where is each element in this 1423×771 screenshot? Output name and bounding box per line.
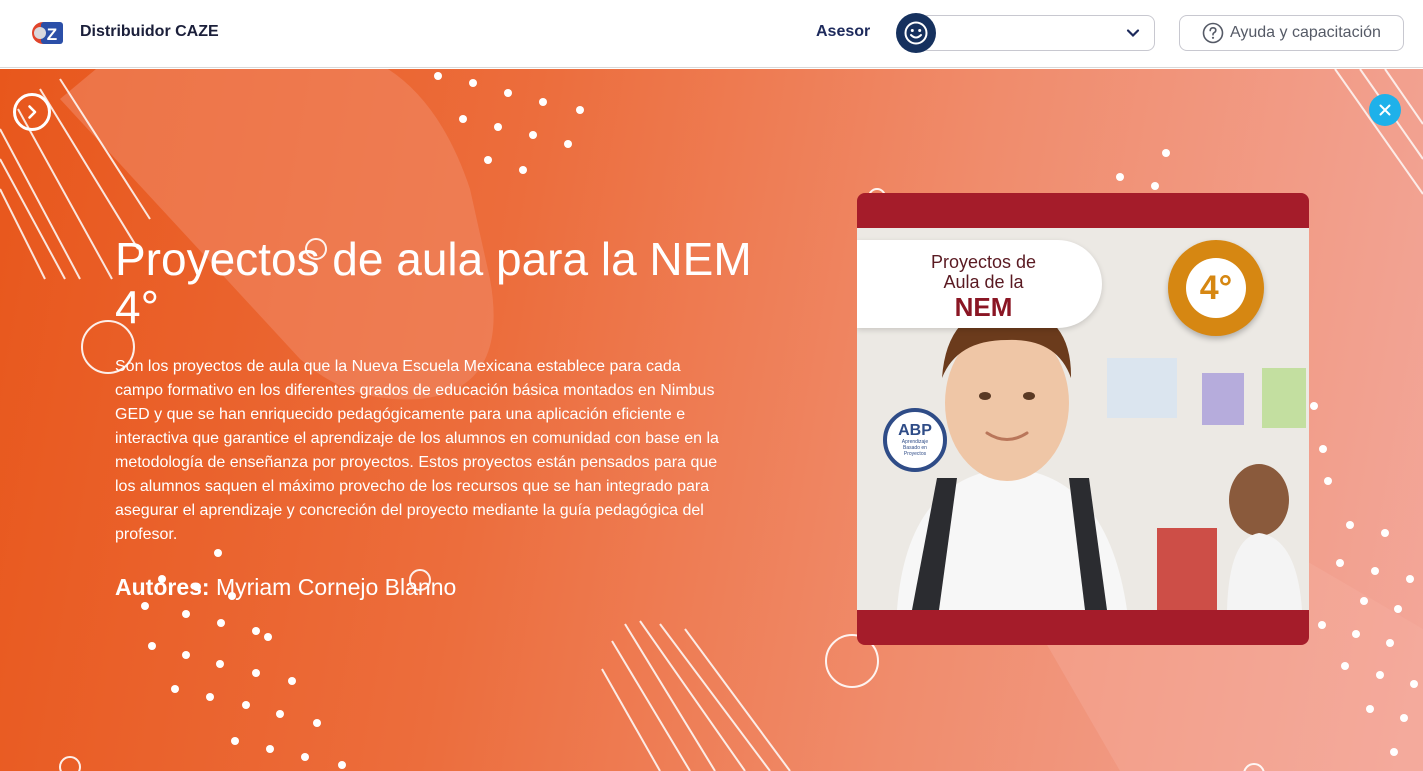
brand-name: Distribuidor CAZE xyxy=(80,23,219,40)
cover-title-line3: NEM xyxy=(954,292,1013,322)
authors: Autores: Myriam Cornejo Blanno xyxy=(115,574,456,601)
cover-photo: Proyectos de Aula de la NEM 4° ABP Apren… xyxy=(857,228,1309,610)
cover-title-line1: Proyectos de xyxy=(930,252,1037,272)
help-training-label: Ayuda y capacitación xyxy=(1230,24,1381,41)
help-training-button[interactable]: Ayuda y capacitación xyxy=(1179,15,1404,51)
abp-badge: ABP Aprendizaje Basado en Proyectos xyxy=(883,408,947,472)
asesor-select[interactable] xyxy=(918,15,1155,51)
top-header: Z Distribuidor CAZE Asesor Ayuda y capac… xyxy=(0,0,1423,68)
close-button[interactable] xyxy=(1369,94,1401,126)
authors-value: Myriam Cornejo Blanno xyxy=(215,574,457,600)
avatar[interactable] xyxy=(896,13,936,53)
chevron-down-icon xyxy=(1126,29,1140,38)
cover-title-label: Proyectos de Aula de la NEM xyxy=(857,240,1102,328)
svg-text:Z: Z xyxy=(47,25,57,44)
grade-badge: 4° xyxy=(1168,240,1264,336)
smiley-icon xyxy=(904,21,928,45)
asesor-label: Asesor xyxy=(816,23,871,40)
product-description: Son los proyectos de aula que la Nueva E… xyxy=(115,358,719,543)
abp-title: ABP xyxy=(898,422,932,439)
question-circle-icon xyxy=(1202,22,1224,44)
page-title: Proyectos de aula para la NEM 4° xyxy=(115,233,752,333)
close-icon xyxy=(1379,104,1391,116)
caze-logo-icon[interactable]: Z xyxy=(31,19,63,45)
book-cover: Proyectos de Aula de la NEM 4° ABP Apren… xyxy=(857,193,1309,645)
cover-title-line2: Aula de la xyxy=(943,272,1024,292)
grade-value: 4° xyxy=(1186,258,1246,318)
abp-subtitle: Aprendizaje Basado en Proyectos xyxy=(901,439,929,457)
hero-banner: Proyectos de aula para la NEM 4° Son los… xyxy=(0,69,1423,771)
authors-label: Autores: xyxy=(115,574,210,600)
chevron-right-icon xyxy=(28,105,37,119)
next-button[interactable] xyxy=(13,93,51,131)
